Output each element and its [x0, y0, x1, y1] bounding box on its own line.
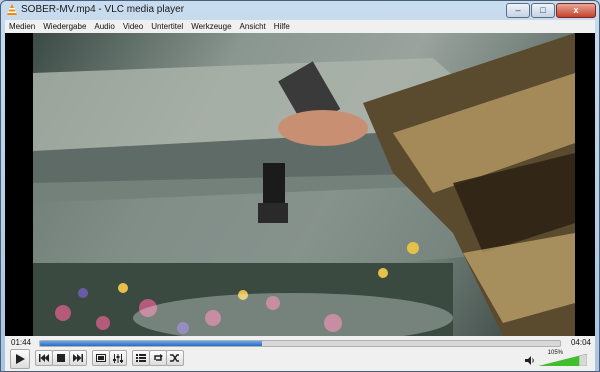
next-button[interactable]	[69, 350, 87, 366]
controls-panel: 01:44 04:04 105%	[5, 336, 595, 371]
title-bar[interactable]: SOBER-MV.mp4 - VLC media player – □ x	[1, 1, 599, 19]
maximize-icon: □	[540, 5, 546, 15]
vlc-window: SOBER-MV.mp4 - VLC media player – □ x Me…	[0, 0, 600, 372]
menu-ansicht[interactable]: Ansicht	[236, 22, 270, 31]
playlist-button[interactable]	[132, 350, 150, 366]
play-icon	[16, 354, 25, 364]
fullscreen-icon	[96, 354, 106, 362]
play-button[interactable]	[10, 349, 30, 369]
speaker-icon[interactable]	[525, 356, 535, 365]
menu-medien[interactable]: Medien	[5, 22, 39, 31]
previous-icon	[39, 354, 49, 362]
menu-bar: Medien Wiedergabe Audio Video Untertitel…	[5, 20, 595, 33]
stop-icon	[57, 354, 65, 362]
previous-button[interactable]	[35, 350, 53, 366]
time-total: 04:04	[570, 338, 591, 347]
next-icon	[73, 354, 83, 362]
seek-progress	[40, 341, 262, 346]
close-button[interactable]: x	[556, 3, 596, 18]
close-icon: x	[573, 5, 579, 15]
minimize-icon: –	[515, 5, 521, 15]
shuffle-icon	[170, 354, 179, 362]
video-area[interactable]	[5, 33, 595, 336]
video-scene	[33, 33, 575, 336]
loop-icon	[154, 354, 163, 361]
playlist-icon	[136, 354, 146, 362]
menu-audio[interactable]: Audio	[90, 22, 118, 31]
fullscreen-button[interactable]	[92, 350, 110, 366]
menu-wiedergabe[interactable]: Wiedergabe	[39, 22, 90, 31]
extended-settings-button[interactable]	[109, 350, 127, 366]
vlc-cone-icon	[7, 4, 17, 15]
menu-video[interactable]: Video	[119, 22, 147, 31]
volume-control[interactable]: 105%	[521, 350, 591, 368]
volume-slider[interactable]	[539, 354, 587, 366]
menu-hilfe[interactable]: Hilfe	[270, 22, 294, 31]
seek-bar[interactable]	[39, 340, 561, 347]
loop-button[interactable]	[149, 350, 167, 366]
stop-button[interactable]	[52, 350, 70, 366]
shuffle-button[interactable]	[166, 350, 184, 366]
extended-settings-icon	[113, 353, 123, 363]
maximize-button[interactable]: □	[531, 3, 555, 18]
menu-untertitel[interactable]: Untertitel	[147, 22, 187, 31]
volume-level	[539, 355, 580, 366]
video-frame	[33, 33, 575, 336]
window-title: SOBER-MV.mp4 - VLC media player	[21, 4, 185, 15]
minimize-button[interactable]: –	[506, 3, 530, 18]
menu-werkzeuge[interactable]: Werkzeuge	[187, 22, 235, 31]
time-elapsed: 01:44	[11, 338, 32, 347]
